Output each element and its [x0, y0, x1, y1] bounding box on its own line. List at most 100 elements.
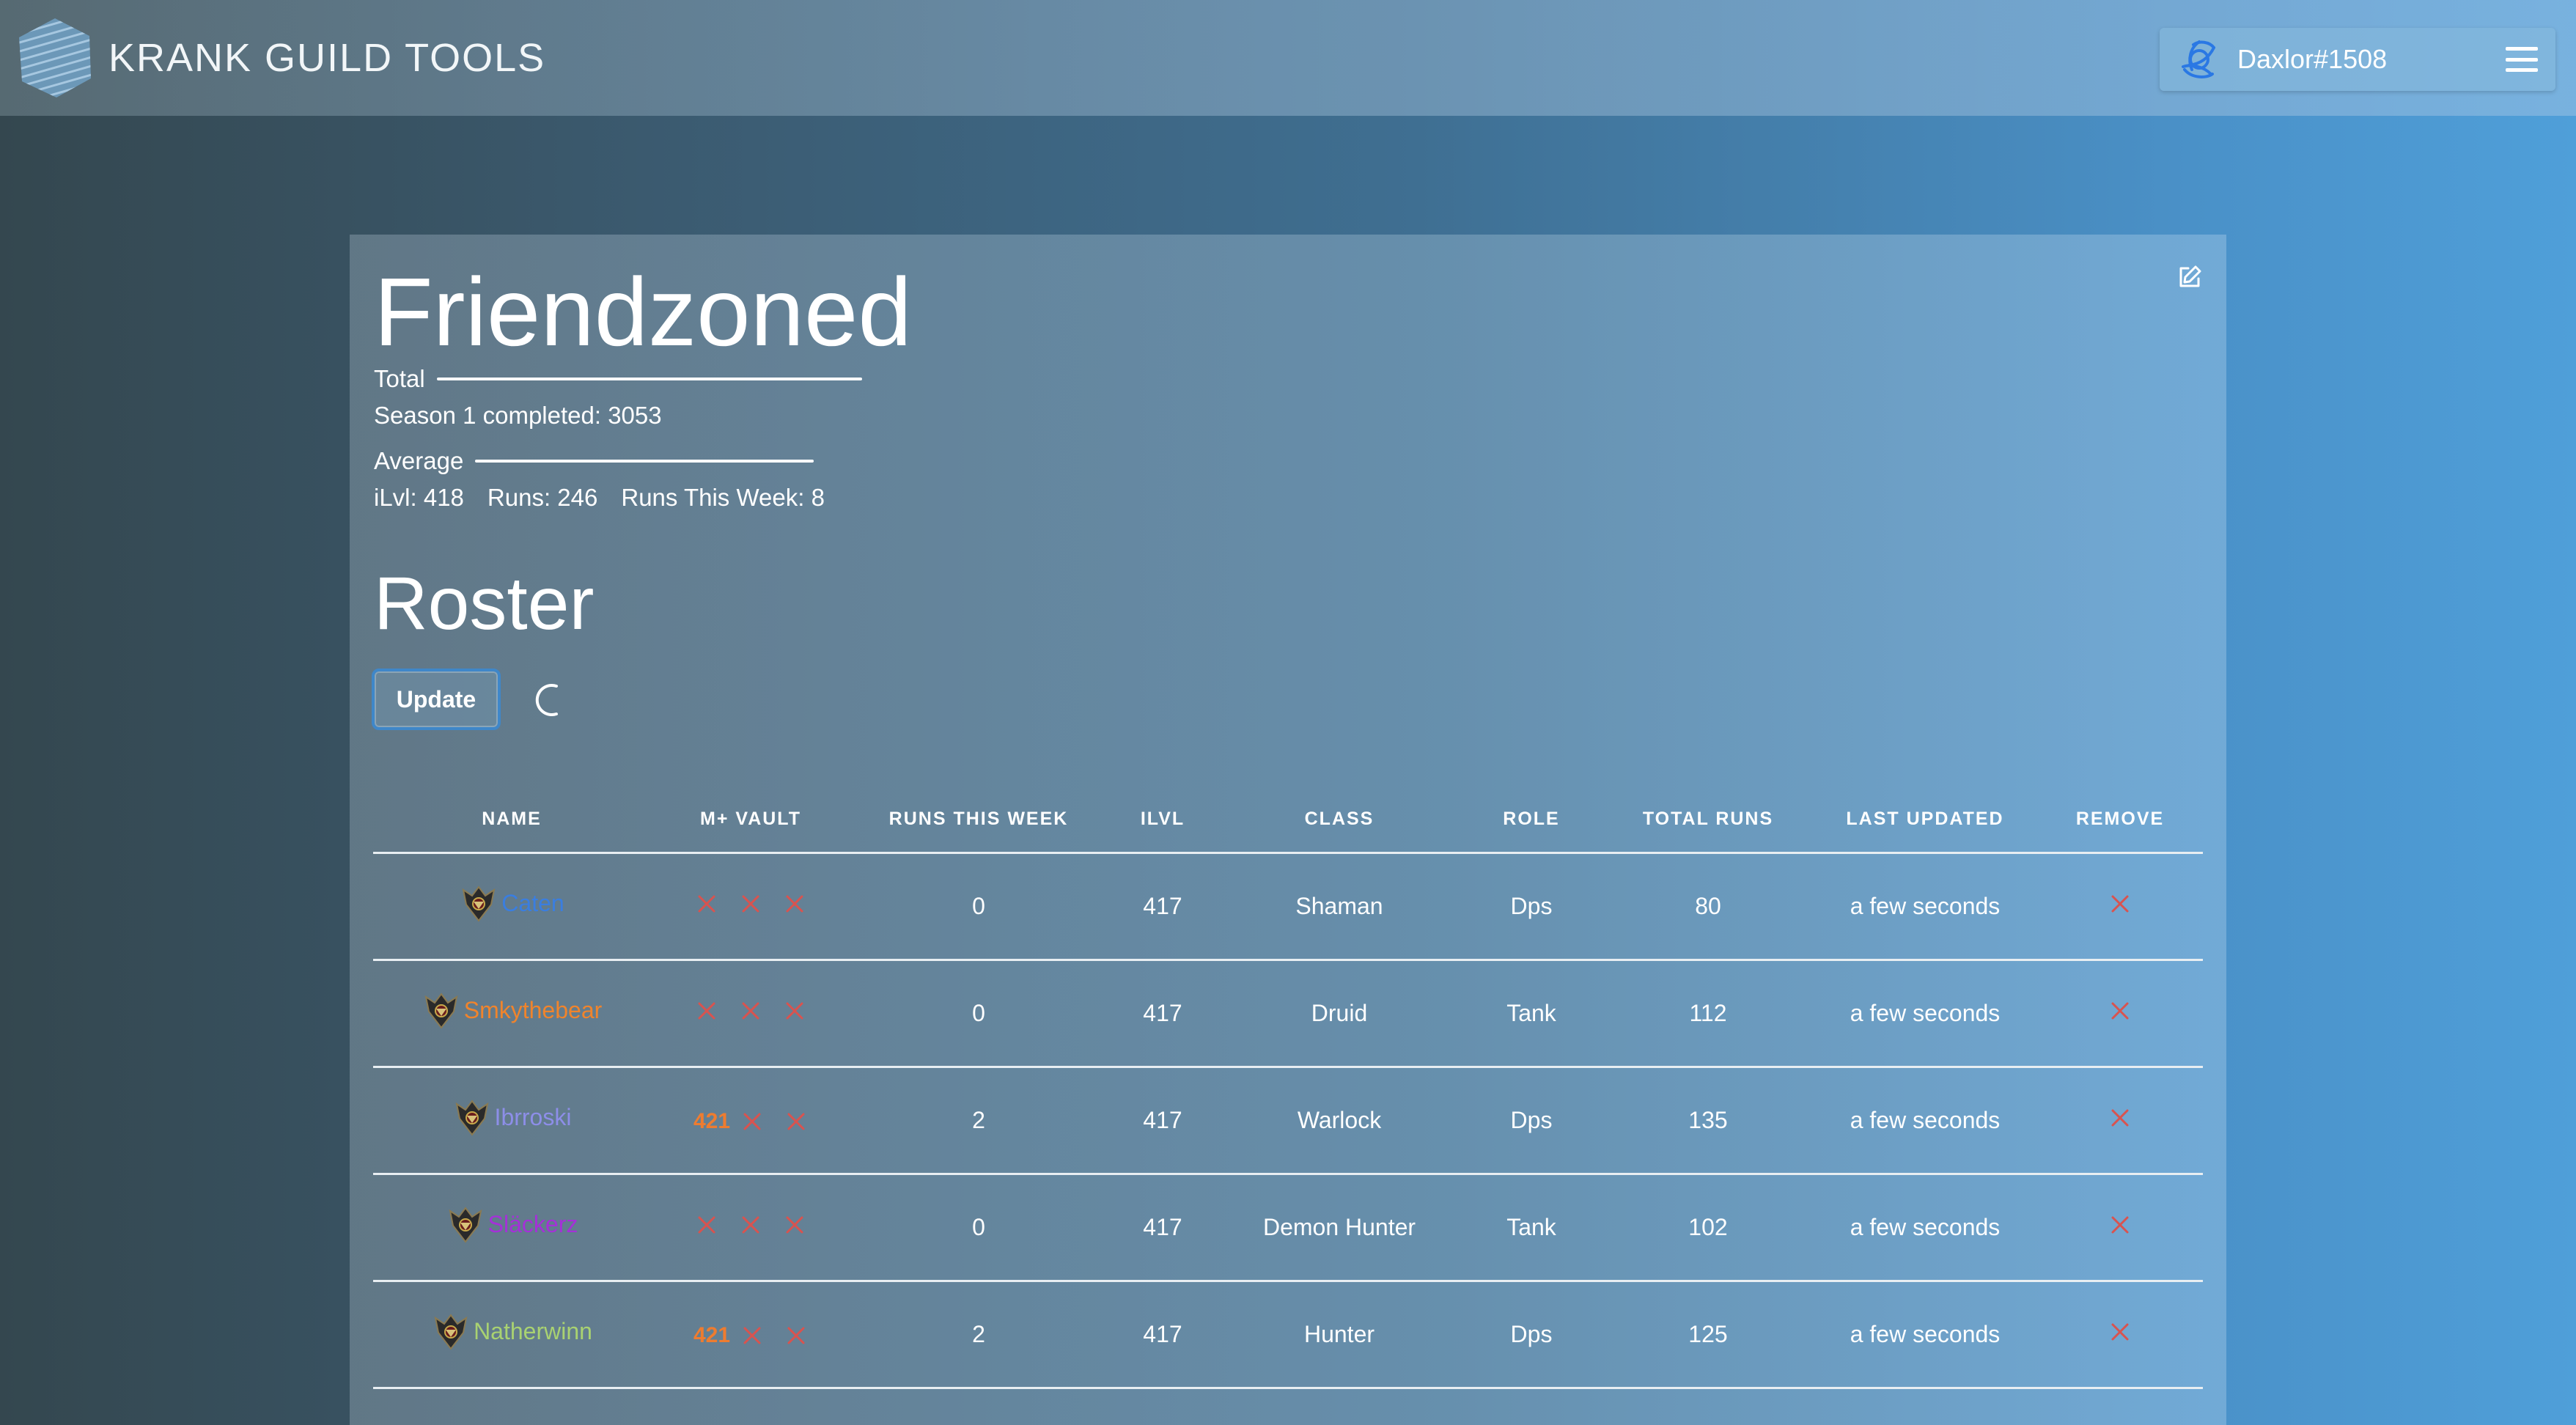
table-row: Släckerz 0 417 Demon Hunter Tank 102 a few sec… [373, 1174, 2203, 1282]
character-name-group[interactable]: Släckerz [446, 1205, 578, 1245]
cell-total-runs: 80 [1603, 853, 1813, 961]
vault-empty-icon [742, 1216, 759, 1233]
column-header: RUNS THIS WEEK [851, 786, 1106, 854]
character-name-link[interactable]: Släckerz [488, 1211, 578, 1238]
cell-class: Warlock [1219, 1067, 1460, 1175]
cell-ilvl: 417 [1106, 960, 1219, 1068]
cell-name: Släckerz [373, 1174, 650, 1282]
roster-table: NAME M+ VAULT RUNS THIS WEEK ILVL CLASS ROLE T… [373, 786, 2203, 1389]
update-button[interactable]: Update [372, 669, 501, 730]
hexagon-logo-icon [19, 18, 91, 97]
column-header: REMOVE [2037, 786, 2203, 854]
cell-runs-week: 2 [851, 1281, 1106, 1389]
cell-name: Smkythebear [373, 960, 650, 1068]
cell-runs-week: 2 [851, 1067, 1106, 1175]
column-header: M+ VAULT [650, 786, 851, 854]
roster-table-grid: NAME M+ VAULT RUNS THIS WEEK ILVL CLASS ROLE T… [373, 786, 2203, 1389]
guild-card: Friendzoned Total Season 1 completed: 30… [350, 235, 2226, 1425]
brand-title: KRANK GUILD TOOLS [108, 36, 546, 80]
vault-empty-icon [743, 1113, 761, 1130]
loading-spinner-icon [535, 684, 558, 716]
average-label-text: Average [374, 447, 464, 474]
cell-class: Druid [1219, 960, 1460, 1068]
cell-name: Ibrroski [373, 1067, 650, 1175]
vault-empty-icon [786, 1002, 803, 1019]
character-name-group[interactable]: Smkythebear [422, 991, 603, 1031]
cell-remove [2037, 853, 2203, 961]
remove-icon[interactable] [2108, 1106, 2132, 1130]
cell-remove [2037, 1174, 2203, 1282]
table-row: Caten 0 417 Shaman Dps 80 a few seconds [373, 853, 2203, 961]
character-name-link[interactable]: Caten [501, 890, 564, 917]
total-divider [436, 378, 862, 380]
remove-icon[interactable] [2108, 999, 2132, 1023]
cell-role: Dps [1460, 1067, 1603, 1175]
character-name-link[interactable]: Ibrroski [495, 1104, 572, 1131]
vault-slots [695, 892, 806, 916]
vault-slots: 421 [693, 1323, 808, 1348]
roster-body: Caten 0 417 Shaman Dps 80 a few seconds Smkythe… [373, 853, 2203, 1389]
column-header: ILVL [1106, 786, 1219, 854]
total-label: Total [374, 365, 862, 393]
cell-ilvl: 417 [1106, 1281, 1219, 1389]
cell-last-updated: a few seconds [1813, 1174, 2037, 1282]
hamburger-menu-icon[interactable] [2506, 47, 2538, 72]
cell-vault [650, 960, 851, 1068]
cell-class: Demon Hunter [1219, 1174, 1460, 1282]
cell-remove [2037, 1281, 2203, 1389]
season-completed: Season 1 completed: 3053 [374, 402, 662, 429]
cell-ilvl: 417 [1106, 1067, 1219, 1175]
edit-icon[interactable] [2176, 264, 2203, 290]
cell-role: Dps [1460, 853, 1603, 961]
cell-vault: 421 [650, 1281, 851, 1389]
remove-icon[interactable] [2108, 1320, 2132, 1344]
cell-runs-week: 0 [851, 1174, 1106, 1282]
character-name-group[interactable]: Natherwinn [431, 1312, 592, 1352]
cell-runs-week: 0 [851, 853, 1106, 961]
user-menu[interactable]: Daxlor#1508 [2160, 28, 2555, 91]
character-name-group[interactable]: Ibrroski [452, 1098, 572, 1138]
battlenet-icon [2182, 40, 2215, 78]
cell-total-runs: 102 [1603, 1174, 1813, 1282]
cell-remove [2037, 960, 2203, 1068]
cell-remove [2037, 1067, 2203, 1175]
top-bar: KRANK GUILD TOOLS Daxlor#1508 [0, 0, 2576, 116]
remove-icon[interactable] [2108, 1213, 2132, 1237]
cell-last-updated: a few seconds [1813, 1281, 2037, 1389]
brand[interactable]: KRANK GUILD TOOLS [16, 15, 545, 101]
table-row: Smkythebear 0 417 Druid Tank 112 a few seconds [373, 960, 2203, 1068]
table-row: Natherwinn 421 2 417 Hunter Dps 125 a few secon… [373, 1281, 2203, 1389]
remove-icon[interactable] [2108, 892, 2132, 916]
cell-role: Dps [1460, 1281, 1603, 1389]
average-label: Average [374, 447, 814, 475]
vault-empty-icon [786, 1216, 803, 1233]
avg-runs: Runs: 246 [487, 484, 598, 511]
vault-empty-icon [698, 1002, 715, 1019]
vault-slots [695, 1213, 806, 1237]
column-header: LAST UPDATED [1813, 786, 2037, 854]
cell-ilvl: 417 [1106, 853, 1219, 961]
cell-last-updated: a few seconds [1813, 1067, 2037, 1175]
cell-vault [650, 1174, 851, 1282]
character-name-link[interactable]: Natherwinn [474, 1318, 592, 1345]
cell-role: Tank [1460, 960, 1603, 1068]
table-row: Ibrroski 421 2 417 Warlock Dps 135 a few second… [373, 1067, 2203, 1175]
faction-emblem-icon [434, 1313, 468, 1350]
vault-empty-icon [786, 895, 803, 912]
cell-name: Caten [373, 853, 650, 961]
username: Daxlor#1508 [2237, 44, 2388, 74]
cell-total-runs: 125 [1603, 1281, 1813, 1389]
table-header-row: NAME M+ VAULT RUNS THIS WEEK ILVL CLASS ROLE T… [373, 786, 2203, 854]
column-header: ROLE [1460, 786, 1603, 854]
faction-emblem-icon [455, 1099, 489, 1136]
vault-empty-icon [698, 1216, 715, 1233]
vault-empty-icon [742, 1002, 759, 1019]
cell-class: Shaman [1219, 853, 1460, 961]
vault-slot-value: 421 [693, 1323, 731, 1347]
column-header: TOTAL RUNS [1603, 786, 1813, 854]
cell-total-runs: 135 [1603, 1067, 1813, 1175]
guild-name: Friendzoned [374, 258, 912, 366]
character-name-group[interactable]: Caten [459, 884, 564, 924]
character-name-link[interactable]: Smkythebear [464, 997, 603, 1024]
column-header: NAME [373, 786, 650, 854]
